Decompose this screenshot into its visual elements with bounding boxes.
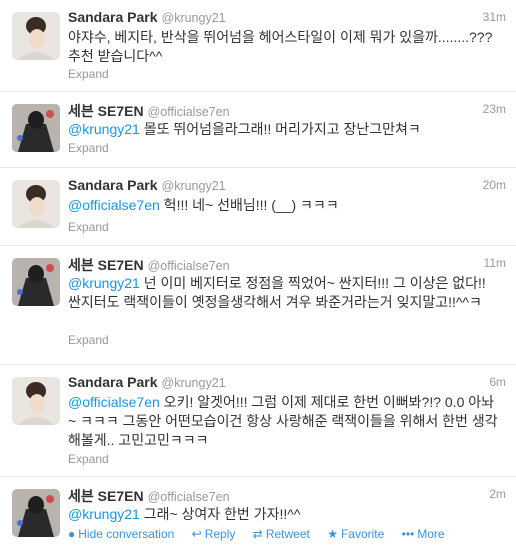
expand-link[interactable]: Expand <box>68 220 109 234</box>
tweet-fullname[interactable]: Sandara Park <box>68 9 158 25</box>
tweet-conversation: Sandara Park @krungy21 31m 야쟈수, 베지타, 반삭을 … <box>0 0 516 551</box>
mention-link[interactable]: @krungy21 <box>68 275 140 291</box>
avatar[interactable] <box>12 258 60 306</box>
expand-link[interactable]: Expand <box>68 141 109 155</box>
tweet-header: 세븐 SE7EN @officialse7en 2m <box>68 486 506 504</box>
expand-link[interactable]: Expand <box>68 67 109 81</box>
tweet-text: @officialse7en 오키! 알겟어!!! 그럼 이제 제대로 한번 이… <box>68 393 498 450</box>
retweet-label: Retweet <box>265 527 310 541</box>
expand-link[interactable]: Expand <box>68 452 109 466</box>
more-button[interactable]: ••• More <box>402 527 445 541</box>
tweet[interactable]: Sandara Park @krungy21 6m @officialse7en … <box>0 365 516 477</box>
tweet-username[interactable]: @officialse7en <box>148 259 230 273</box>
retweet-button[interactable]: ⇄ Retweet <box>253 527 310 541</box>
tweet-timestamp[interactable]: 2m <box>489 487 506 501</box>
tweet-username[interactable]: @krungy21 <box>162 376 226 390</box>
expand-link[interactable]: Expand <box>68 333 109 347</box>
tweet-text: @krungy21 그래~ 상여자 한번 가자!!^^ <box>68 505 498 524</box>
tweet[interactable]: 세븐 SE7EN @officialse7en 23m @krungy21 몰또 … <box>0 92 516 168</box>
more-label: More <box>417 527 445 541</box>
tweet-header: Sandara Park @krungy21 20m <box>68 177 506 195</box>
tweet-fullname[interactable]: Sandara Park <box>68 177 158 193</box>
tweet-text: @officialse7en 헉!!! 네~ 선배님!!! (__) ㅋㅋㅋ <box>68 196 498 215</box>
tweet[interactable]: 세븐 SE7EN @officialse7en 11m @krungy21 넌 이… <box>0 246 516 365</box>
tweet-text: @krungy21 넌 이미 베지터로 정점을 찍었어~ 싼지터!!! 그 이상… <box>68 274 498 312</box>
avatar[interactable] <box>12 104 60 152</box>
tweet-text-body: 그래~ 상여자 한번 가자!!^^ <box>139 506 301 522</box>
mention-link[interactable]: @krungy21 <box>68 121 140 137</box>
tweet[interactable]: Sandara Park @krungy21 31m 야쟈수, 베지타, 반삭을 … <box>0 0 516 92</box>
tweet-text-body: 헉!!! 네~ 선배님!!! (__) ㅋㅋㅋ <box>159 197 339 213</box>
mention-link[interactable]: @officialse7en <box>68 394 160 410</box>
avatar[interactable] <box>12 377 60 425</box>
hide-conversation-label: Hide conversation <box>78 527 175 541</box>
tweet-timestamp[interactable]: 23m <box>483 102 506 116</box>
more-icon: ••• <box>401 527 415 541</box>
reply-button[interactable]: ↩ Reply <box>192 527 236 541</box>
avatar[interactable] <box>12 180 60 228</box>
tweet-header: 세븐 SE7EN @officialse7en 11m <box>68 255 506 273</box>
tweet-fullname[interactable]: 세븐 SE7EN <box>68 488 144 504</box>
tweet-header: 세븐 SE7EN @officialse7en 23m <box>68 101 506 119</box>
favorite-label: Favorite <box>340 527 385 541</box>
tweet-username[interactable]: @officialse7en <box>148 490 230 504</box>
tweet-header: Sandara Park @krungy21 6m <box>68 374 506 392</box>
conversation-icon: ● <box>68 527 76 541</box>
tweet-timestamp[interactable]: 11m <box>484 256 506 270</box>
tweet-username[interactable]: @krungy21 <box>162 11 226 25</box>
reply-icon: ↩ <box>191 527 202 541</box>
tweet-timestamp[interactable]: 20m <box>483 178 506 192</box>
tweet-header: Sandara Park @krungy21 31m <box>68 9 506 27</box>
tweet-text: @krungy21 몰또 뛰어넘을라그래!! 머리가지고 장난그만쳐ㅋ <box>68 120 498 139</box>
avatar[interactable] <box>12 489 60 537</box>
favorite-button[interactable]: ★ Favorite <box>327 527 384 541</box>
mention-link[interactable]: @officialse7en <box>68 197 160 213</box>
tweet-timestamp[interactable]: 31m <box>483 10 506 24</box>
star-icon: ★ <box>327 527 338 541</box>
tweet-fullname[interactable]: 세븐 SE7EN <box>68 257 144 273</box>
retweet-icon: ⇄ <box>252 527 263 541</box>
hide-conversation-button[interactable]: ● Hide conversation <box>68 527 174 541</box>
tweet-timestamp[interactable]: 6m <box>489 375 506 389</box>
tweet[interactable]: Sandara Park @krungy21 20m @officialse7en… <box>0 168 516 246</box>
tweet-fullname[interactable]: Sandara Park <box>68 374 158 390</box>
mention-link[interactable]: @krungy21 <box>68 506 140 522</box>
tweet-fullname[interactable]: 세븐 SE7EN <box>68 103 144 119</box>
tweet-text: 야쟈수, 베지타, 반삭을 뛰어넘을 헤어스타일이 이제 뭐가 있을까.....… <box>68 28 498 66</box>
tweet-username[interactable]: @officialse7en <box>148 105 230 119</box>
reply-label: Reply <box>204 527 236 541</box>
tweet-text-body: 야쟈수, 베지타, 반삭을 뛰어넘을 헤어스타일이 이제 뭐가 있을까.....… <box>68 29 497 64</box>
tweet-username[interactable]: @krungy21 <box>162 179 226 193</box>
tweet-actions: ● Hide conversation ↩ Reply ⇄ Retweet ★ Favo… <box>68 527 459 541</box>
tweet-text-body: 몰또 뛰어넘을라그래!! 머리가지고 장난그만쳐ㅋ <box>139 121 421 137</box>
avatar[interactable] <box>12 12 60 60</box>
